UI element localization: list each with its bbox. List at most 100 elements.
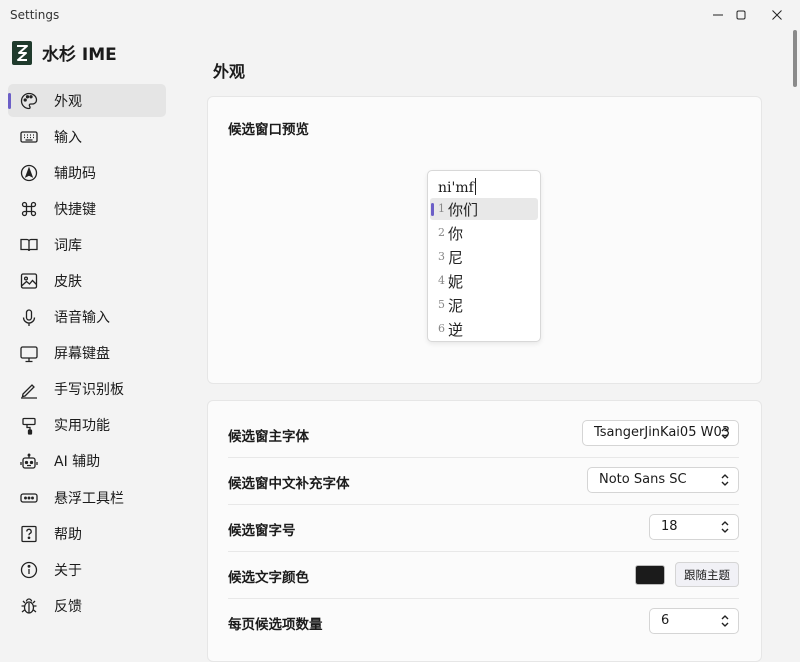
setting-label: 每页候选项数量 <box>228 617 323 633</box>
app-name: 水杉 IME <box>42 45 117 65</box>
sidebar-item-label: AI 辅助 <box>54 454 101 471</box>
monitor-icon <box>20 345 38 363</box>
font-size-select[interactable]: 18 <box>649 514 739 540</box>
sidebar-item-label: 外观 <box>54 93 82 110</box>
sidebar-item-label: 输入 <box>54 129 82 146</box>
candidate-index: 2 <box>438 226 445 239</box>
sidebar-item-ai-assist[interactable]: AI 辅助 <box>8 445 166 478</box>
close-button[interactable] <box>754 0 800 30</box>
command-icon <box>20 200 38 218</box>
sidebar-item-feedback[interactable]: 反馈 <box>8 589 166 622</box>
scrollbar-thumb[interactable] <box>793 30 797 87</box>
sidebar-item-label: 帮助 <box>54 526 82 543</box>
candidate-text: 你们 <box>448 201 479 219</box>
sidebar-item-utilities[interactable]: 实用功能 <box>8 409 166 442</box>
setting-row-main-font: 候选窗主字体 TsangerJinKai05 W03 <box>228 410 739 458</box>
book-icon <box>20 236 38 254</box>
candidate-text: 泥 <box>448 297 464 315</box>
maximize-icon <box>736 10 746 20</box>
sidebar-item-label: 词库 <box>54 237 82 254</box>
candidate-item: 1 你们 <box>430 198 538 220</box>
toolbar-icon <box>20 489 38 507</box>
paint-roller-icon <box>20 417 38 435</box>
candidate-index: 3 <box>438 250 445 263</box>
sidebar-item-label: 辅助码 <box>54 165 96 182</box>
sidebar-item-label: 手写识别板 <box>54 382 124 399</box>
info-icon <box>20 561 38 579</box>
text-caret <box>474 178 477 195</box>
select-value: 18 <box>661 519 678 534</box>
select-value: TsangerJinKai05 W03 <box>594 425 730 440</box>
setting-label: 候选窗中文补充字体 <box>228 476 350 492</box>
microphone-icon <box>20 308 38 327</box>
setting-row-page-size: 每页候选项数量 6 <box>228 598 739 645</box>
sidebar-item-floating-toolbar[interactable]: 悬浮工具栏 <box>8 481 166 514</box>
bug-icon <box>20 597 38 615</box>
page-size-select[interactable]: 6 <box>649 608 739 634</box>
preedit-text: ni'mf <box>438 178 477 196</box>
sidebar-item-skin[interactable]: 皮肤 <box>8 264 166 297</box>
compass-icon <box>20 164 38 182</box>
app-logo <box>12 40 32 65</box>
setting-row-text-color: 候选文字颜色 跟随主题 <box>228 551 739 599</box>
close-icon <box>772 10 782 20</box>
chevron-updown-icon <box>721 521 729 533</box>
sidebar-item-voice-input[interactable]: 语音输入 <box>8 301 166 334</box>
cjk-font-select[interactable]: Noto Sans SC <box>587 467 739 493</box>
main-font-select[interactable]: TsangerJinKai05 W03 <box>582 420 739 446</box>
select-value: 6 <box>661 613 670 628</box>
sidebar-item-label: 悬浮工具栏 <box>54 490 124 507</box>
candidate-item: 6 逆 <box>430 318 538 340</box>
follow-theme-button[interactable]: 跟随主题 <box>675 562 739 587</box>
sidebar-item-help[interactable]: 帮助 <box>8 517 166 550</box>
window-title: Settings <box>10 8 60 22</box>
setting-row-font-size: 候选窗字号 18 <box>228 504 739 552</box>
sidebar-item-label: 皮肤 <box>54 273 82 290</box>
color-swatch[interactable] <box>635 565 665 585</box>
candidate-text: 尼 <box>448 249 464 267</box>
sidebar-item-handwriting[interactable]: 手写识别板 <box>8 373 166 406</box>
title-bar: Settings <box>0 0 800 30</box>
chevron-updown-icon <box>721 615 729 627</box>
palette-icon <box>20 92 38 110</box>
candidate-index: 1 <box>438 202 445 215</box>
candidate-index: 5 <box>438 298 445 311</box>
sidebar-item-aux-code[interactable]: 辅助码 <box>8 156 166 189</box>
setting-label: 候选文字颜色 <box>228 570 309 586</box>
sidebar-item-appearance[interactable]: 外观 <box>8 84 166 117</box>
select-value: Noto Sans SC <box>599 472 687 487</box>
appearance-settings-card: 候选窗主字体 TsangerJinKai05 W03 候选窗中文补充字体 Not… <box>207 400 762 662</box>
sidebar-item-screen-keyboard[interactable]: 屏幕键盘 <box>8 337 166 370</box>
app-header: 水杉 IME <box>12 40 117 65</box>
sidebar-item-label: 关于 <box>54 562 82 579</box>
preview-label: 候选窗口预览 <box>228 122 309 138</box>
candidate-item: 5 泥 <box>430 294 538 316</box>
candidate-item: 2 你 <box>430 222 538 244</box>
candidate-text: 妮 <box>448 273 464 291</box>
image-icon <box>20 272 38 290</box>
sidebar-item-label: 屏幕键盘 <box>54 346 110 363</box>
setting-row-cjk-font: 候选窗中文补充字体 Noto Sans SC <box>228 457 739 505</box>
help-icon <box>20 525 38 543</box>
sidebar-item-input[interactable]: 输入 <box>8 120 166 153</box>
page-title: 外观 <box>213 62 246 81</box>
pen-icon <box>20 381 38 399</box>
candidate-preview-card: 候选窗口预览 ni'mf 1 你们 2 你 3 尼 4 妮 5 泥 6 逆 <box>207 96 762 384</box>
sidebar-item-label: 语音输入 <box>54 310 110 327</box>
candidate-index: 4 <box>438 274 445 287</box>
robot-icon <box>20 453 38 471</box>
chevron-updown-icon <box>721 427 729 439</box>
sidebar-item-label: 反馈 <box>54 598 82 615</box>
sidebar-item-about[interactable]: 关于 <box>8 553 166 586</box>
sidebar-item-label: 实用功能 <box>54 418 110 435</box>
candidate-text: 逆 <box>448 321 464 339</box>
candidate-text: 你 <box>448 225 464 243</box>
sidebar-item-dictionary[interactable]: 词库 <box>8 228 166 261</box>
sidebar-item-shortcuts[interactable]: 快捷键 <box>8 192 166 225</box>
sidebar-nav: 外观 输入 辅助码 快捷键 词库 皮肤 语音输入 屏幕键盘 手写识别板 实用功能… <box>8 84 166 625</box>
preedit-value: ni'mf <box>438 180 474 196</box>
keyboard-icon <box>20 128 38 146</box>
setting-label: 候选窗字号 <box>228 523 296 539</box>
setting-label: 候选窗主字体 <box>228 429 309 445</box>
candidate-index: 6 <box>438 322 445 335</box>
